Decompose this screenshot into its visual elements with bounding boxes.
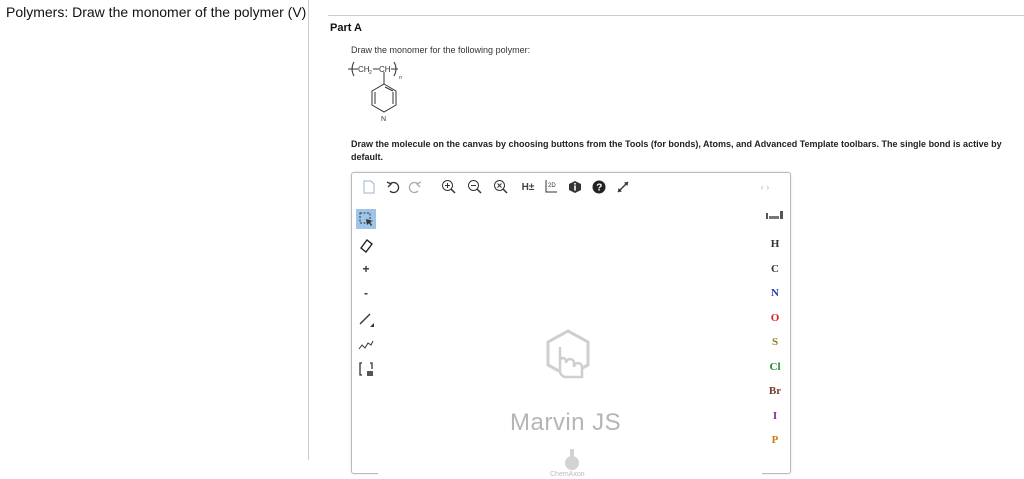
help-icon[interactable]: ? [590, 178, 608, 196]
zoom-out-icon[interactable] [466, 178, 484, 196]
plus-charge-icon[interactable]: + [356, 259, 376, 279]
top-toolbar: H± 2D ? ‹ › [352, 173, 790, 199]
chain-ch2-text: CH [358, 65, 370, 74]
atom-button-n[interactable]: N [766, 287, 784, 299]
eraser-icon[interactable] [356, 235, 376, 255]
atom-panel-expand-icon[interactable]: ‹ › [756, 178, 774, 196]
new-document-icon[interactable] [360, 178, 378, 196]
marvin-editor[interactable]: H± 2D ? ‹ › + - Marvin JS ChemAxon H C N… [351, 172, 791, 479]
atom-button-p[interactable]: P [766, 434, 784, 446]
redo-icon[interactable] [406, 178, 424, 196]
atom-button-o[interactable]: O [766, 312, 784, 324]
chain-ch-text: CH [379, 65, 391, 74]
atom-button-s[interactable]: S [766, 336, 784, 348]
polymer-structure: CH 2 CH n N [344, 58, 424, 130]
undo-icon[interactable] [384, 178, 402, 196]
drawing-canvas[interactable]: Marvin JS ChemAxon [378, 199, 762, 479]
fullscreen-icon[interactable] [614, 178, 632, 196]
repeat-n: n [399, 75, 402, 81]
sidebar: Polymers: Draw the monomer of the polyme… [0, 0, 309, 460]
bracket-icon[interactable] [356, 359, 376, 379]
left-toolbar: + - [352, 209, 378, 449]
part-title: Part A [330, 22, 362, 34]
periodic-table-icon[interactable] [766, 211, 784, 223]
atom-button-br[interactable]: Br [766, 385, 784, 397]
minus-charge-icon[interactable]: - [356, 283, 376, 303]
atom-toolbar: H C N O S Cl Br I P [764, 203, 790, 473]
divider [328, 15, 1024, 16]
sidebar-title: Polymers: Draw the monomer of the polyme… [6, 4, 307, 20]
chemaxon-label: ChemAxon [550, 471, 585, 478]
zoom-reset-icon[interactable] [492, 178, 510, 196]
question-prompt: Draw the monomer for the following polym… [351, 45, 531, 55]
chemaxon-flask-icon [562, 449, 582, 471]
instructions-text: Draw the molecule on the canvas by choos… [351, 139, 1002, 162]
info-icon[interactable] [566, 178, 584, 196]
hydrogen-toggle-icon[interactable]: H± [516, 178, 540, 196]
svg-text:2D: 2D [548, 183, 556, 189]
marvin-logo-icon [538, 327, 598, 387]
2d-clean-icon[interactable]: 2D [542, 178, 560, 196]
atom-button-i[interactable]: I [766, 410, 784, 422]
subscript-2: 2 [369, 70, 372, 76]
atom-button-c[interactable]: C [766, 263, 784, 275]
svg-text:?: ? [596, 183, 602, 194]
atom-button-h[interactable]: H [766, 238, 784, 250]
atom-button-cl[interactable]: Cl [766, 361, 784, 373]
select-icon[interactable] [356, 209, 376, 229]
marvin-logo-text: Marvin JS [510, 409, 622, 436]
chain-icon[interactable] [356, 335, 376, 355]
ring-nitrogen: N [381, 116, 386, 123]
zoom-in-icon[interactable] [440, 178, 458, 196]
single-bond-icon[interactable] [356, 309, 376, 329]
